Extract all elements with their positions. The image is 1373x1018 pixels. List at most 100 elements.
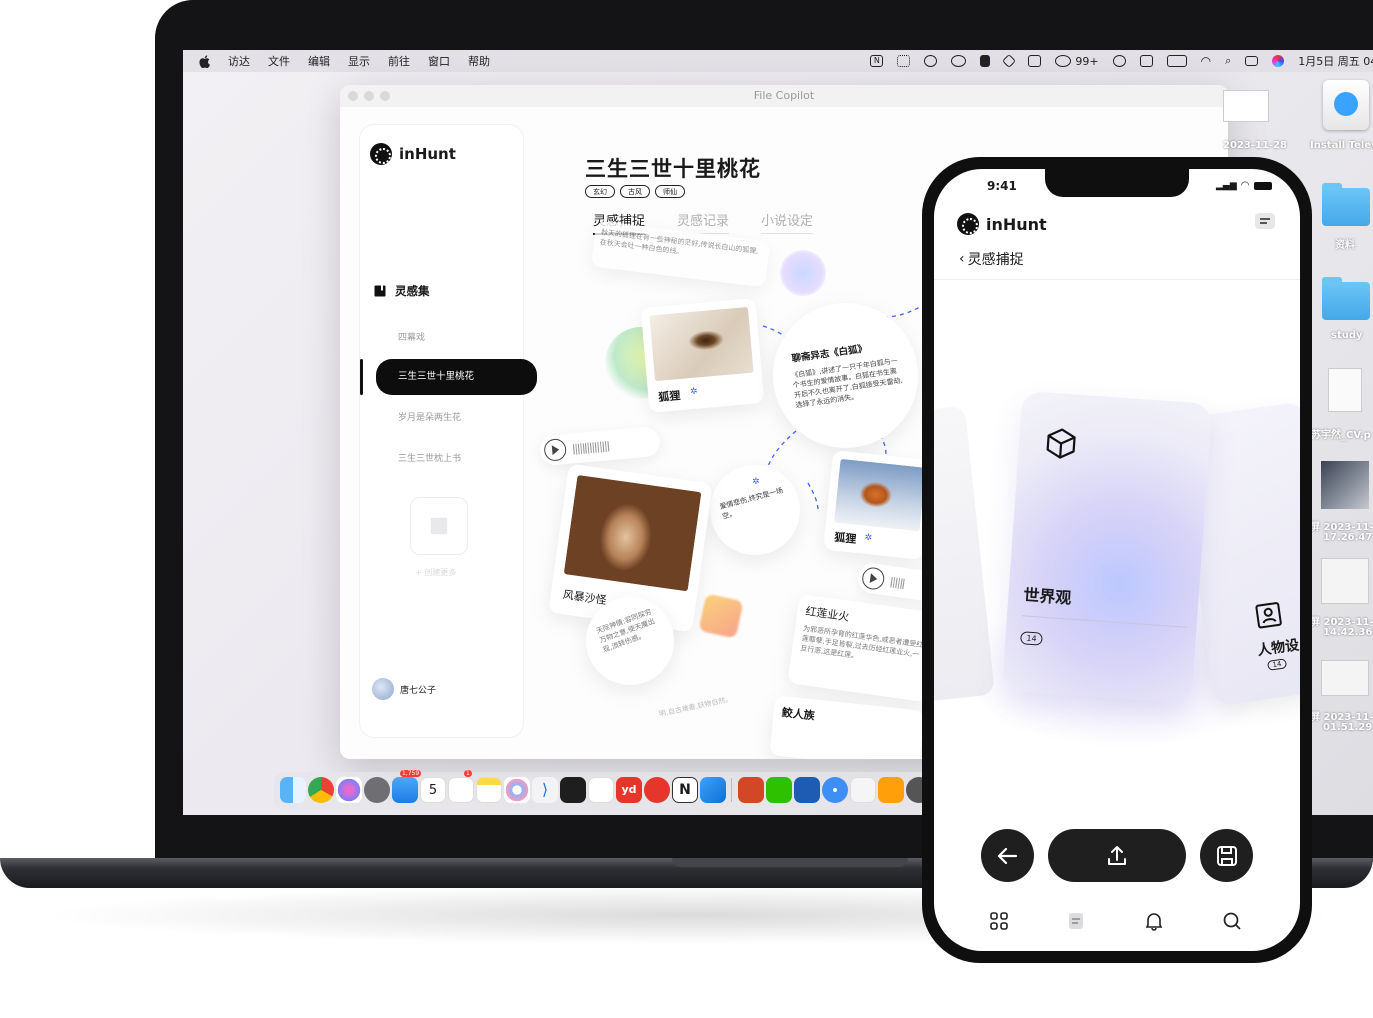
contact-card-icon xyxy=(1255,602,1282,629)
desktop-file-label[interactable]: 01.51.29 xyxy=(1323,722,1372,733)
play-icon[interactable] xyxy=(543,438,568,462)
grammarly-status-icon[interactable] xyxy=(924,55,938,67)
finder-app-icon[interactable] xyxy=(280,777,306,803)
phone-time: 9:41 xyxy=(987,179,1017,193)
tab-notifications[interactable] xyxy=(1144,911,1164,935)
menu-file[interactable]: 文件 xyxy=(268,53,290,69)
cube-status-icon[interactable] xyxy=(1002,53,1017,69)
tab-notes[interactable] xyxy=(1067,911,1085,935)
figma-app-icon[interactable] xyxy=(560,777,586,803)
launchpad-app-icon[interactable] xyxy=(336,777,362,803)
phone-frame: 9:41 ▂▄▆ ◠ inHunt ‹ 灵感捕捉 人物设 14 世界观 14 xyxy=(922,157,1312,963)
fox-photo xyxy=(833,458,927,532)
notes-app-icon[interactable] xyxy=(476,777,502,803)
grid-status-icon[interactable] xyxy=(897,55,911,67)
arrow-left-icon xyxy=(997,847,1018,865)
file-thumbnail[interactable] xyxy=(1223,90,1269,122)
menu-window[interactable]: 窗口 xyxy=(428,53,450,69)
bookmark-status-icon[interactable] xyxy=(980,55,991,67)
input-method-icon[interactable] xyxy=(1139,55,1153,67)
folder-icon[interactable] xyxy=(1322,277,1370,320)
cube-app-icon[interactable] xyxy=(588,777,614,803)
menu-view[interactable]: 显示 xyxy=(348,53,370,69)
desktop-file-label[interactable]: 14.42.36 xyxy=(1323,627,1372,638)
pdf-file-icon[interactable] xyxy=(1328,368,1362,412)
battery-status-icon[interactable] xyxy=(1166,55,1187,67)
installer-icon[interactable] xyxy=(1323,80,1369,130)
notion-app-icon[interactable]: N xyxy=(672,777,698,803)
screenshot-thumbnail[interactable] xyxy=(1321,461,1369,509)
save-button[interactable] xyxy=(1200,829,1253,882)
siri-icon[interactable] xyxy=(1272,55,1285,67)
reminders-badge: 1 xyxy=(464,770,472,777)
apple-menu-icon[interactable] xyxy=(199,54,210,68)
feishu-app-icon[interactable] xyxy=(700,777,726,803)
mail-app-icon[interactable] xyxy=(392,777,418,803)
save-icon xyxy=(1217,846,1237,866)
menu-icon[interactable] xyxy=(1255,213,1275,229)
play-icon[interactable] xyxy=(860,566,886,591)
folder-icon[interactable] xyxy=(1322,183,1370,226)
phone-brand-logo[interactable]: inHunt xyxy=(957,213,1047,235)
worldview-card[interactable]: 世界观 14 xyxy=(1001,390,1213,704)
screenshot-thumbnail[interactable] xyxy=(1321,558,1369,604)
photo-card-fox[interactable]: 狐狸 ✲ xyxy=(823,450,933,560)
word-app-icon[interactable] xyxy=(794,777,820,803)
back-button[interactable] xyxy=(981,829,1034,882)
desktop-folder-label[interactable]: study xyxy=(1331,330,1363,341)
menu-go[interactable]: 前往 xyxy=(388,53,410,69)
chrome-app-icon[interactable] xyxy=(308,777,334,803)
safari-app-icon[interactable] xyxy=(822,777,848,803)
desktop-file-label[interactable]: Install Telev xyxy=(1310,140,1373,151)
menu-help[interactable]: 帮助 xyxy=(468,53,490,69)
textedit-app-icon[interactable] xyxy=(850,777,876,803)
circle-note-small[interactable]: ✲ 爱情悲伤,终究是一场空。 xyxy=(710,465,800,555)
vpn-status-icon[interactable] xyxy=(951,55,967,67)
desktop-file-label[interactable]: 苏宇然_CV.p xyxy=(1311,426,1371,441)
circle-story-card[interactable]: 聊斋异志《白狐》 《白狐》,讲述了一只千年白狐与一个书生的爱情故事。白狐在书生离… xyxy=(773,303,918,448)
dock-divider xyxy=(731,778,732,802)
wechat-app-icon[interactable] xyxy=(766,777,792,803)
fox-eye-photo xyxy=(649,306,754,382)
netease-music-app-icon[interactable] xyxy=(644,777,670,803)
worldview-count: 14 xyxy=(1020,631,1044,646)
menu-finder[interactable]: 访达 xyxy=(228,53,250,69)
vscode-app-icon[interactable]: ⟩ xyxy=(532,777,558,803)
wifi-icon[interactable]: ◠ xyxy=(1201,54,1211,68)
desktop-file-label[interactable]: 17.26.47 xyxy=(1323,532,1372,543)
screenshot-thumbnail[interactable] xyxy=(1321,660,1369,696)
sand-monster-photo xyxy=(563,474,702,592)
photos-app-icon[interactable] xyxy=(504,777,530,803)
wechat-status[interactable]: 99+ xyxy=(1055,55,1099,68)
wechat-status-icon xyxy=(1055,55,1072,67)
upload-button[interactable] xyxy=(1048,829,1186,882)
brand-name: inHunt xyxy=(986,214,1047,234)
menu-edit[interactable]: 编辑 xyxy=(308,53,330,69)
powerpoint-app-icon[interactable] xyxy=(738,777,764,803)
tab-search[interactable] xyxy=(1222,911,1242,935)
header-divider xyxy=(934,279,1300,280)
circle-note-bottom[interactable]: 天际神情:容同探穷万物之意,使天魔出现,流转伤感。 xyxy=(586,597,674,685)
search-icon xyxy=(1223,912,1241,930)
reminders-app-icon[interactable] xyxy=(448,777,474,803)
spotlight-search-icon[interactable]: ⌕ xyxy=(1225,54,1231,68)
desktop-file-label[interactable]: 屏 2023-11- xyxy=(1310,518,1373,533)
note-card-lotus[interactable]: 红莲业火 为邪恶所孕育的红莲华色,咸恶者遭受红莲罪孽,手足皆裂,过去历经红莲业火… xyxy=(787,593,939,703)
desktop-folder-label[interactable]: 资料 xyxy=(1335,236,1355,251)
play-status-icon[interactable] xyxy=(1112,55,1126,67)
settings-app-icon[interactable] xyxy=(364,777,390,803)
books-app-icon[interactable] xyxy=(878,777,904,803)
photo-card-fox-eye[interactable]: 狐狸 ✲ xyxy=(640,298,765,413)
desktop-file-label[interactable]: 屏 2023-11- xyxy=(1310,708,1373,723)
desktop-file-label[interactable]: 屏 2023-11- xyxy=(1310,613,1373,628)
notion-status-icon[interactable]: N xyxy=(870,55,884,67)
prev-card[interactable] xyxy=(934,405,995,703)
calendar-app-icon[interactable]: 5 xyxy=(420,777,446,803)
back-link[interactable]: ‹ 灵感捕捉 xyxy=(959,249,1024,269)
menu-clock[interactable]: 1月5日 周五 04: xyxy=(1298,53,1373,69)
control-center-icon[interactable] xyxy=(1245,56,1259,66)
desktop-file-label[interactable]: 2023-11-28 xyxy=(1223,140,1287,151)
stripes-status-icon[interactable] xyxy=(1028,55,1042,67)
youdao-app-icon[interactable]: yd xyxy=(616,777,642,803)
tab-home[interactable] xyxy=(989,911,1009,935)
